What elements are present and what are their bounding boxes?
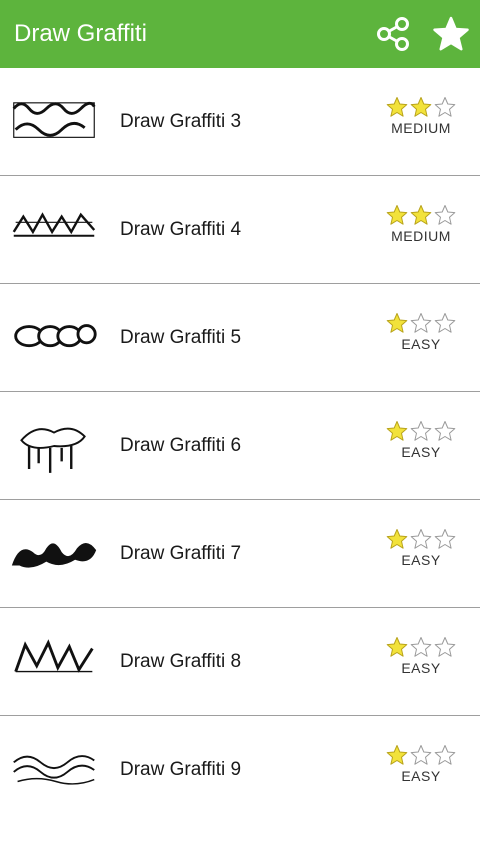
star-filled-icon xyxy=(410,97,432,117)
graffiti-thumbnail xyxy=(6,735,102,791)
list-item[interactable]: Draw Graffiti 4 MEDIUM xyxy=(0,176,480,284)
difficulty-rating: EASY xyxy=(382,636,460,676)
star-rating xyxy=(385,96,457,118)
star-rating xyxy=(385,312,457,334)
favorite-button[interactable] xyxy=(422,0,480,68)
graffiti-thumbnail xyxy=(6,303,102,373)
difficulty-rating: EASY xyxy=(382,312,460,352)
difficulty-label: EASY xyxy=(401,552,441,568)
star-filled-icon xyxy=(386,529,408,549)
graffiti-thumbnail-image xyxy=(14,323,97,347)
difficulty-rating: EASY xyxy=(382,420,460,460)
list-item[interactable]: Draw Graffiti 6 EASY xyxy=(0,392,480,500)
star-outline-icon xyxy=(410,313,432,333)
star-outline-icon xyxy=(434,421,456,441)
item-title: Draw Graffiti 9 xyxy=(120,758,242,780)
star-filled-icon xyxy=(386,205,408,225)
difficulty-label: MEDIUM xyxy=(391,228,451,244)
star-filled-icon xyxy=(386,421,408,441)
item-title: Draw Graffiti 3 xyxy=(120,110,242,132)
graffiti-thumbnail xyxy=(6,411,102,481)
star-outline-icon xyxy=(410,421,432,441)
star-rating xyxy=(385,528,457,550)
star-icon xyxy=(433,16,469,51)
item-title: Draw Graffiti 5 xyxy=(120,326,242,348)
difficulty-label: EASY xyxy=(401,768,441,784)
graffiti-thumbnail xyxy=(6,87,102,157)
app-bar: Draw Graffiti xyxy=(0,0,480,68)
item-title: Draw Graffiti 4 xyxy=(120,218,242,240)
star-rating xyxy=(385,636,457,658)
list-item[interactable]: Draw Graffiti 8 EASY xyxy=(0,608,480,716)
drawing-list: Draw Graffiti 3 MEDIUM Draw Graffiti 4 MEDI… xyxy=(0,68,480,790)
difficulty-label: EASY xyxy=(401,660,441,676)
share-button[interactable] xyxy=(364,0,422,68)
star-outline-icon xyxy=(410,745,432,765)
app-title: Draw Graffiti xyxy=(14,20,147,47)
star-rating xyxy=(385,204,457,226)
item-title: Draw Graffiti 6 xyxy=(120,434,242,456)
difficulty-label: EASY xyxy=(401,336,441,352)
list-item[interactable]: Draw Graffiti 9 EASY xyxy=(0,716,480,790)
list-bottom-space xyxy=(0,790,480,854)
list-item[interactable]: Draw Graffiti 3 MEDIUM xyxy=(0,68,480,176)
difficulty-label: EASY xyxy=(401,444,441,460)
list-item[interactable]: Draw Graffiti 5 EASY xyxy=(0,284,480,392)
star-rating xyxy=(385,420,457,442)
graffiti-thumbnail-image xyxy=(12,101,96,138)
star-filled-icon xyxy=(386,745,408,765)
share-icon xyxy=(377,17,409,51)
difficulty-rating: EASY xyxy=(382,528,460,568)
app-bar-actions xyxy=(364,0,480,68)
star-outline-icon xyxy=(434,529,456,549)
list-item[interactable]: Draw Graffiti 7 EASY xyxy=(0,500,480,608)
graffiti-thumbnail-image xyxy=(14,638,94,673)
graffiti-thumbnail-image xyxy=(13,754,95,785)
star-outline-icon xyxy=(434,205,456,225)
graffiti-thumbnail xyxy=(6,519,102,589)
star-filled-icon xyxy=(386,313,408,333)
graffiti-thumbnail xyxy=(6,195,102,265)
difficulty-rating: MEDIUM xyxy=(382,96,460,136)
difficulty-rating: MEDIUM xyxy=(382,204,460,244)
difficulty-label: MEDIUM xyxy=(391,120,451,136)
graffiti-thumbnail-image xyxy=(20,427,86,473)
graffiti-thumbnail-image xyxy=(12,211,96,237)
star-outline-icon xyxy=(410,637,432,657)
item-title: Draw Graffiti 7 xyxy=(120,542,242,564)
star-outline-icon xyxy=(434,97,456,117)
star-outline-icon xyxy=(434,313,456,333)
star-outline-icon xyxy=(434,745,456,765)
star-rating xyxy=(385,744,457,766)
star-filled-icon xyxy=(386,637,408,657)
item-title: Draw Graffiti 8 xyxy=(120,650,242,672)
star-filled-icon xyxy=(386,97,408,117)
star-filled-icon xyxy=(410,205,432,225)
star-outline-icon xyxy=(434,637,456,657)
difficulty-rating: EASY xyxy=(382,744,460,784)
graffiti-thumbnail xyxy=(6,627,102,697)
graffiti-thumbnail-image xyxy=(11,542,97,568)
star-outline-icon xyxy=(410,529,432,549)
